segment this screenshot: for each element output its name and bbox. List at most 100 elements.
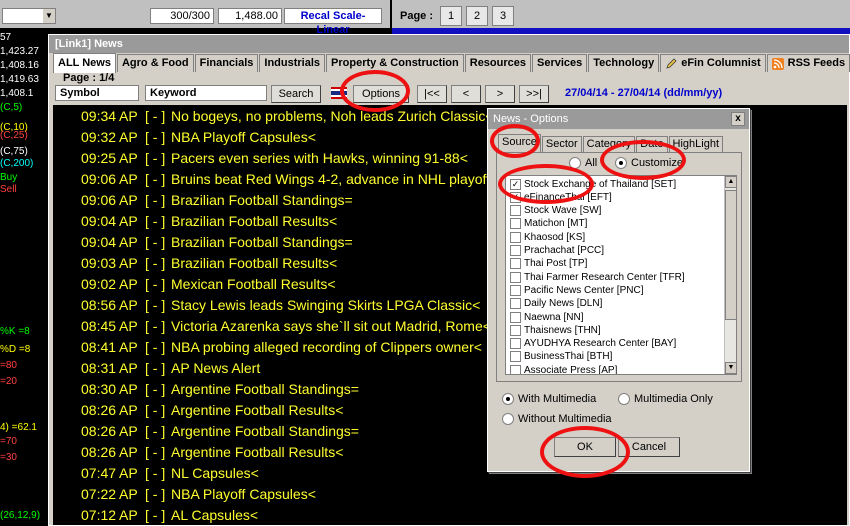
source-item[interactable]: Khaosod [KS] <box>510 230 585 244</box>
source-item[interactable]: Thai Farmer Research Center [TFR] <box>510 270 685 284</box>
source-item[interactable]: Thaisnews [THN] <box>510 323 601 337</box>
news-time: 09:04 <box>81 234 117 250</box>
source-item[interactable]: Matichon [MT] <box>510 217 587 231</box>
with-multimedia-radio[interactable]: With Multimedia <box>502 393 596 405</box>
source-item[interactable]: Associate Press [AP] <box>510 363 617 374</box>
with-multimedia-label: With Multimedia <box>518 393 597 405</box>
indicator-value: 4) =62.1 <box>0 422 37 433</box>
checkbox-icon[interactable] <box>510 324 521 336</box>
tab-resources[interactable]: Resources <box>464 54 532 72</box>
checkbox-icon[interactable] <box>510 338 521 350</box>
multimedia-only-label: Multimedia Only <box>634 393 713 405</box>
recal-scale-button[interactable]: Recal Scale-Linear <box>284 8 382 36</box>
checkbox-icon[interactable] <box>510 245 521 256</box>
checkbox-checked-icon[interactable]: ✓ <box>510 191 521 203</box>
price-field: 1,488.00 <box>218 8 282 24</box>
tab-property-construction[interactable]: Property & Construction <box>326 54 464 72</box>
indicator-value: =80 <box>0 360 17 371</box>
chart-indicator-values: 57 1,423.27 1,408.16 1,419.63 1,408.1 (C,5) (C… <box>0 28 48 526</box>
tab-source[interactable]: Source <box>498 134 541 152</box>
source-item[interactable]: ✓ Stock Exchange of Thailand [SET] <box>510 177 676 191</box>
indicator-value: 1,419.63 <box>0 74 39 85</box>
news-source: AP <box>119 129 138 145</box>
checkbox-icon[interactable] <box>510 351 521 363</box>
checkbox-icon[interactable] <box>510 205 521 217</box>
indicator-value: =70 <box>0 436 17 447</box>
news-source: AP <box>119 108 138 124</box>
news-time: 07:12 <box>81 507 117 523</box>
source-item[interactable]: AYUDHYA Research Center [BAY] <box>510 337 676 351</box>
source-item[interactable]: Prachachat [PCC] <box>510 244 604 258</box>
tab-all-news[interactable]: ALL News <box>53 53 116 73</box>
page-2-button[interactable]: 2 <box>466 6 488 26</box>
scroll-thumb[interactable] <box>725 190 736 320</box>
prev-page-button[interactable]: < <box>451 85 481 103</box>
page-1-button[interactable]: 1 <box>440 6 462 26</box>
tab-rss-feeds[interactable]: RSS Feeds <box>766 54 850 72</box>
news-source: AP <box>119 318 138 334</box>
tab-category[interactable]: Category <box>582 136 636 152</box>
last-page-button[interactable]: >>| <box>519 85 549 103</box>
multimedia-only-radio[interactable]: Multimedia Only <box>618 393 713 405</box>
first-page-button[interactable]: |<< <box>417 85 447 103</box>
checkbox-icon[interactable] <box>510 218 521 230</box>
tab-efin-columnist[interactable]: eFin Columnist <box>660 54 766 72</box>
indicator-value: 1,408.16 <box>0 60 39 71</box>
next-page-button[interactable]: > <box>485 85 515 103</box>
checkbox-icon[interactable] <box>510 364 521 374</box>
symbol-input[interactable]: Symbol <box>55 85 139 101</box>
thai-flag-icon[interactable] <box>331 87 347 99</box>
indicator-value: (C,25) <box>0 130 28 141</box>
tab-technology[interactable]: Technology <box>588 54 660 72</box>
without-multimedia-radio[interactable]: Without Multimedia <box>502 413 612 425</box>
checkbox-checked-icon[interactable]: ✓ <box>510 178 521 190</box>
checkbox-icon[interactable] <box>510 271 521 283</box>
cancel-button[interactable]: Cancel <box>618 437 680 457</box>
tab-services[interactable]: Services <box>532 54 588 72</box>
news-headline: Victoria Azarenka says she`ll sit out Ma… <box>171 318 491 334</box>
close-icon[interactable]: x <box>731 112 745 126</box>
tab-industrials[interactable]: Industrials <box>259 54 326 72</box>
source-item[interactable]: Pacific News Center [PNC] <box>510 283 643 297</box>
page-3-button[interactable]: 3 <box>492 6 514 26</box>
source-item[interactable]: Thai Post [TP] <box>510 257 587 271</box>
news-headline: NBA probing alleged recording of Clipper… <box>171 339 482 355</box>
news-flag: [ - ] <box>145 507 166 523</box>
chevron-down-icon[interactable]: ▼ <box>43 9 55 23</box>
source-item[interactable]: ✓ eFinanceThai [EFT] <box>510 190 612 204</box>
source-item[interactable]: Stock Wave [SW] <box>510 204 601 218</box>
source-item[interactable]: Daily News [DLN] <box>510 297 602 311</box>
source-item-label: Khaosod [KS] <box>524 231 586 243</box>
customize-radio[interactable]: Customize <box>615 157 683 169</box>
news-time: 09:02 <box>81 276 117 292</box>
source-item[interactable]: BusinessThai [BTH] <box>510 350 612 364</box>
tab-date[interactable]: Date <box>636 136 668 152</box>
ok-button[interactable]: OK <box>554 437 616 457</box>
news-source: AP <box>119 381 138 397</box>
search-button[interactable]: Search <box>271 85 321 103</box>
source-item[interactable]: Naewna [NN] <box>510 310 583 324</box>
all-radio[interactable]: All <box>569 157 597 169</box>
radio-dot <box>502 413 514 425</box>
source-list-scrollbar[interactable]: ▲ ▼ <box>724 176 736 374</box>
tab-sector[interactable]: Sector <box>541 136 582 152</box>
checkbox-icon[interactable] <box>510 311 521 323</box>
tab-highlight[interactable]: HighLight <box>668 136 724 152</box>
keyword-input[interactable]: Keyword <box>145 85 267 101</box>
chart-toolbar: ▼ 300/300 1,488.00 Recal Scale-Linear <box>0 0 390 36</box>
pencil-icon <box>666 57 677 69</box>
checkbox-icon[interactable] <box>510 298 521 310</box>
tab-agro-food[interactable]: Agro & Food <box>116 54 194 72</box>
options-button[interactable]: Options <box>353 85 409 103</box>
checkbox-icon[interactable] <box>510 258 521 270</box>
checkbox-icon[interactable] <box>510 284 521 296</box>
scroll-down-icon[interactable]: ▼ <box>725 362 736 374</box>
source-list[interactable]: Associate Press [AP] BusinessThai [BTH] AY… <box>505 175 737 375</box>
symbol-combo[interactable]: ▼ <box>2 8 56 24</box>
checkbox-icon[interactable] <box>510 231 521 243</box>
scroll-up-icon[interactable]: ▲ <box>725 176 736 188</box>
news-source: AP <box>119 234 138 250</box>
tab-financials[interactable]: Financials <box>194 54 259 72</box>
source-item-label: Stock Exchange of Thailand [SET] <box>524 178 677 190</box>
news-flag: [ - ] <box>145 339 166 355</box>
